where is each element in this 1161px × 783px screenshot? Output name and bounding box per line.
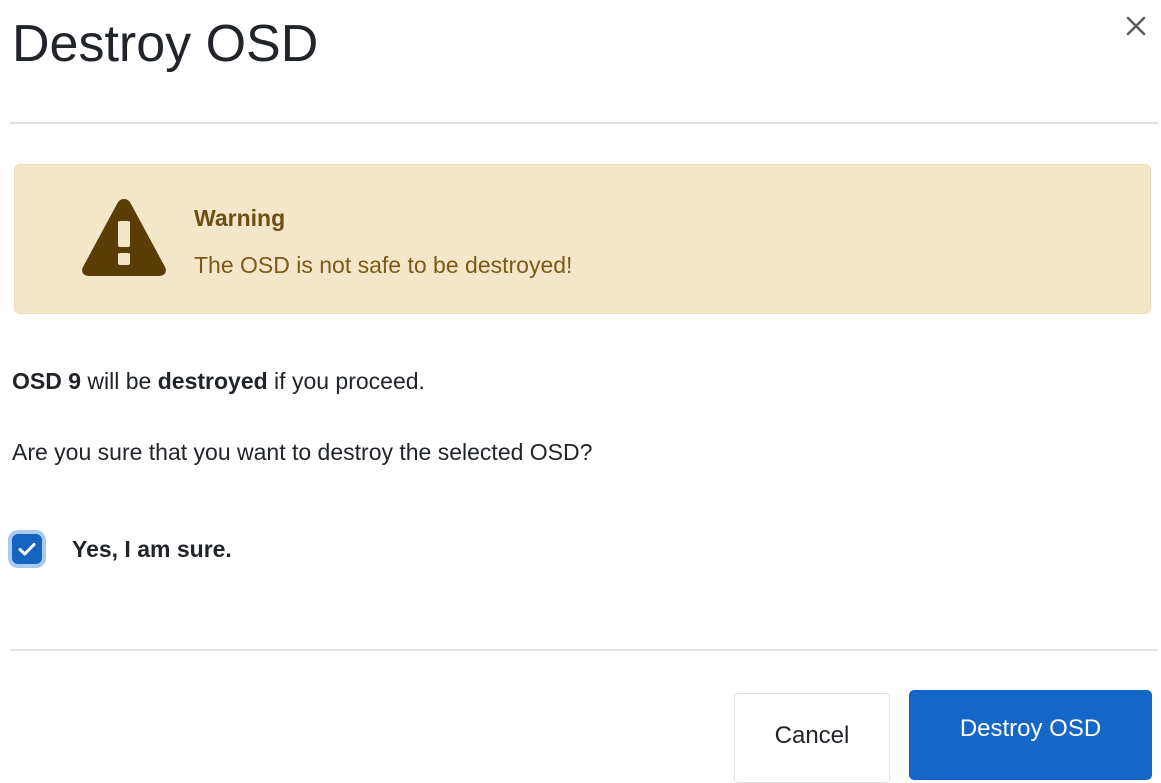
- destroy-action: destroyed: [157, 368, 268, 394]
- osd-name: OSD 9: [12, 368, 82, 394]
- modal-title: Destroy OSD: [12, 15, 319, 73]
- destroy-summary: OSD 9 will be destroyed if you proceed.: [12, 366, 425, 396]
- destroy-osd-button[interactable]: Destroy OSD: [909, 690, 1152, 780]
- warning-triangle-icon: [82, 199, 166, 276]
- close-icon: [1126, 16, 1146, 36]
- warning-alert: Warning The OSD is not safe to be destro…: [14, 164, 1151, 314]
- alert-heading: Warning: [194, 205, 286, 231]
- summary-text-1: will be: [81, 368, 158, 394]
- checkmark-icon: [18, 543, 36, 556]
- confirmation-question: Are you sure that you want to destroy th…: [12, 439, 593, 465]
- footer-divider: [10, 649, 1158, 651]
- confirmation-checkbox-row: Yes, I am sure.: [12, 534, 232, 564]
- header-divider: [10, 122, 1158, 124]
- summary-text-2: if you proceed.: [267, 368, 425, 394]
- alert-message: The OSD is not safe to be destroyed!: [194, 252, 573, 278]
- confirmation-label[interactable]: Yes, I am sure.: [72, 534, 232, 564]
- cancel-button[interactable]: Cancel: [734, 693, 890, 783]
- close-button[interactable]: [1118, 8, 1154, 44]
- confirmation-checkbox[interactable]: [12, 534, 42, 564]
